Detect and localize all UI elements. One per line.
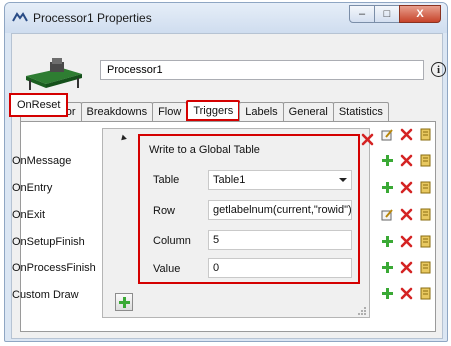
column-input[interactable]: 5	[208, 230, 352, 250]
row-input[interactable]: getlabelnum(current,"rowid")	[208, 200, 352, 220]
templates-icon[interactable]	[419, 208, 432, 221]
column-label: Column	[153, 235, 191, 247]
trigger-actions-onreset	[381, 128, 432, 141]
add-icon[interactable]	[381, 287, 394, 300]
trigger-onsetupfinish[interactable]: OnSetupFinish	[12, 236, 85, 248]
object-name-input[interactable]	[100, 60, 424, 80]
templates-icon[interactable]	[419, 181, 432, 194]
trigger-actions-onprocessfinish	[381, 261, 432, 274]
tab-labels[interactable]: Labels	[239, 102, 284, 121]
row-label: Row	[153, 205, 176, 217]
delete-icon[interactable]	[400, 261, 413, 274]
chevron-down-icon[interactable]	[339, 178, 347, 182]
templates-icon[interactable]	[419, 235, 432, 248]
delete-icon[interactable]	[400, 235, 413, 248]
add-icon[interactable]	[381, 261, 394, 274]
tab-general[interactable]: General	[282, 102, 334, 121]
tab-breakdowns[interactable]: Breakdowns	[80, 102, 154, 121]
title-bar[interactable]: Processor1 Properties – □ X	[5, 3, 447, 33]
delete-icon[interactable]	[400, 154, 413, 167]
tab-triggers[interactable]: Triggers	[186, 100, 241, 121]
window-controls: – □ X	[349, 5, 441, 23]
add-icon[interactable]	[381, 154, 394, 167]
add-icon[interactable]	[381, 235, 394, 248]
value-input[interactable]: 0	[208, 258, 352, 278]
trigger-actions-onmessage	[381, 154, 432, 167]
add-icon	[118, 296, 130, 308]
window-title: Processor1 Properties	[33, 11, 152, 25]
delete-icon[interactable]	[400, 128, 413, 141]
templates-icon[interactable]	[419, 154, 432, 167]
tab-bar: Processor Breakdowns Flow Triggers Label…	[20, 100, 389, 121]
delete-icon[interactable]	[400, 287, 413, 300]
trigger-customdraw[interactable]: Custom Draw	[12, 289, 79, 301]
close-button[interactable]: X	[399, 5, 441, 23]
trigger-onreset[interactable]: OnReset	[9, 93, 69, 117]
edit-code-icon[interactable]	[381, 208, 394, 221]
value-label: Value	[153, 263, 181, 275]
table-select[interactable]: Table1	[208, 170, 352, 190]
trigger-actions-onentry	[381, 181, 432, 194]
tab-flow[interactable]: Flow	[152, 102, 188, 121]
info-icon[interactable]: i	[431, 62, 446, 77]
tab-statistics[interactable]: Statistics	[332, 102, 389, 121]
delete-icon[interactable]	[361, 133, 374, 146]
table-select-value: Table1	[213, 174, 246, 186]
add-operation-button[interactable]	[115, 293, 133, 311]
maximize-button[interactable]: □	[374, 5, 400, 23]
trigger-onprocessfinish[interactable]: OnProcessFinish	[12, 262, 96, 274]
table-label: Table	[153, 174, 180, 186]
edit-code-icon[interactable]	[381, 128, 394, 141]
minimize-button[interactable]: –	[349, 5, 375, 23]
trigger-onmessage[interactable]: OnMessage	[12, 155, 71, 167]
resize-grip-icon[interactable]	[357, 305, 367, 315]
delete-icon[interactable]	[400, 181, 413, 194]
delete-icon[interactable]	[400, 208, 413, 221]
trigger-onexit[interactable]: OnExit	[12, 209, 45, 221]
trigger-onentry[interactable]: OnEntry	[12, 182, 52, 194]
panel-title: Write to a Global Table	[149, 144, 260, 156]
trigger-actions-customdraw	[381, 287, 432, 300]
templates-icon[interactable]	[419, 261, 432, 274]
processor-object-icon	[26, 58, 82, 90]
trigger-actions-onexit	[381, 208, 432, 221]
trigger-actions-onsetupfinish	[381, 235, 432, 248]
templates-icon[interactable]	[419, 128, 432, 141]
templates-icon[interactable]	[419, 287, 432, 300]
app-icon	[12, 12, 28, 22]
add-icon[interactable]	[381, 181, 394, 194]
